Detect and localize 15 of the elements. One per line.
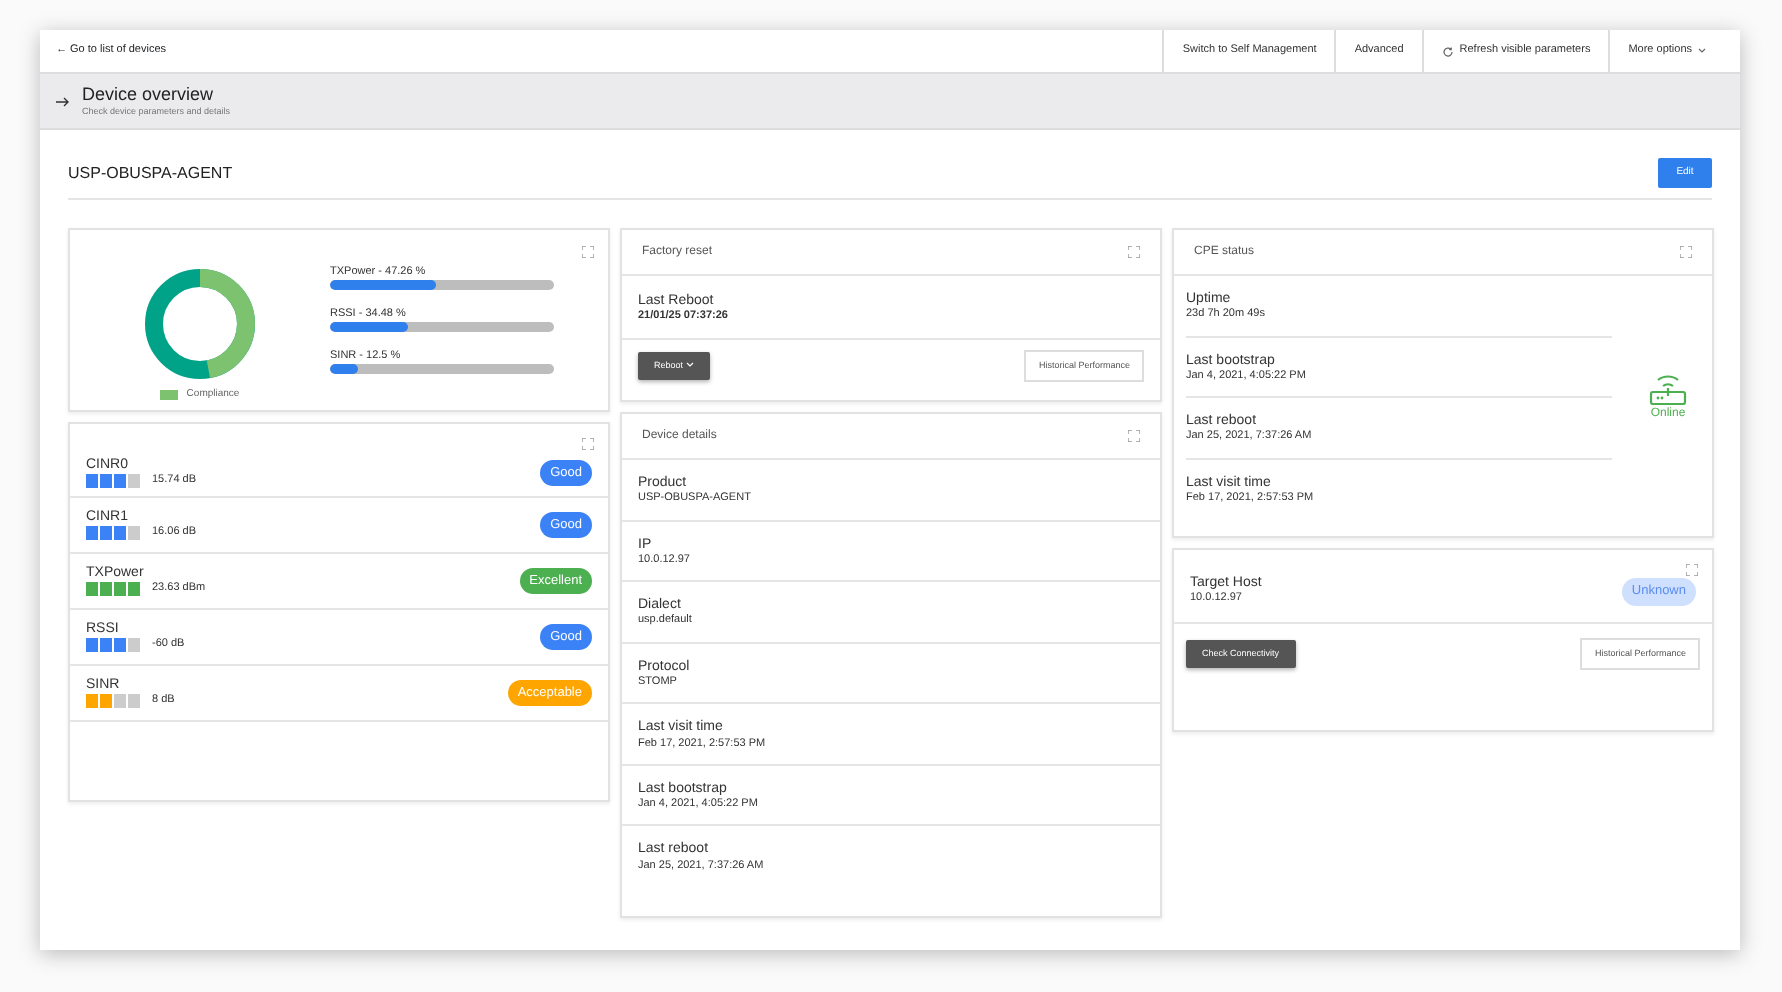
page-title: Device overview <box>82 83 216 106</box>
refresh-icon <box>1441 45 1454 57</box>
donut-drawing <box>142 266 258 382</box>
router-icon <box>1648 370 1688 407</box>
caret-icon <box>1698 48 1706 54</box>
expand-icon[interactable] <box>1128 430 1140 442</box>
arrow-icon <box>56 95 70 107</box>
expand-icon[interactable] <box>582 438 594 450</box>
device-name: USP-OBUSPA-AGENT <box>68 161 233 185</box>
expand-icon[interactable] <box>1680 246 1692 258</box>
caret-icon <box>685 361 694 368</box>
expand-icon[interactable] <box>1686 564 1698 576</box>
legend-swatch <box>160 390 179 401</box>
expand-icon[interactable] <box>582 246 594 258</box>
expand-icon[interactable] <box>1128 246 1140 258</box>
